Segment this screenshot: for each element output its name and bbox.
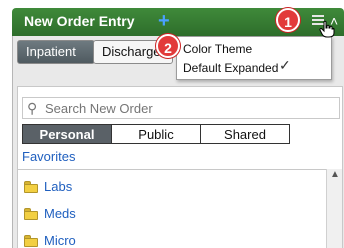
vertical-scrollbar[interactable]: ▲: [326, 169, 342, 248]
search-input[interactable]: [45, 100, 335, 116]
folder-icon: [24, 208, 38, 220]
folder-label: Meds: [44, 206, 76, 221]
callout-badge-1: 1: [276, 8, 300, 32]
segment-shared[interactable]: Shared: [200, 124, 290, 144]
folder-label: Labs: [44, 179, 73, 194]
panel-title: New Order Entry: [24, 13, 135, 29]
folder-label: Micro: [44, 233, 76, 248]
folder-icon: [24, 181, 38, 193]
menu-item-color-theme[interactable]: Color Theme: [183, 42, 252, 56]
search-box[interactable]: ⚲: [22, 97, 340, 119]
hand-cursor-icon: [319, 20, 335, 38]
callout-badge-2: 2: [156, 34, 180, 58]
tab-inpatient[interactable]: Inpatient: [17, 40, 95, 64]
options-menu: Color Theme Default Expanded ✓: [176, 36, 332, 80]
scroll-up-icon[interactable]: ▲: [330, 169, 340, 180]
checkmark-icon: ✓: [279, 57, 291, 73]
favorites-link[interactable]: Favorites: [22, 149, 75, 164]
segment-control: Personal Public Shared: [22, 124, 292, 144]
segment-personal[interactable]: Personal: [22, 124, 112, 144]
add-order-icon[interactable]: +: [158, 10, 170, 32]
menu-item-default-expanded[interactable]: Default Expanded: [183, 61, 278, 75]
folder-list: Labs Meds Micro: [18, 169, 328, 248]
order-panel: ⚲ Personal Public Shared Favorites Labs …: [17, 86, 343, 248]
segment-public[interactable]: Public: [111, 124, 201, 144]
folder-icon: [24, 235, 38, 247]
search-icon: ⚲: [27, 100, 38, 116]
